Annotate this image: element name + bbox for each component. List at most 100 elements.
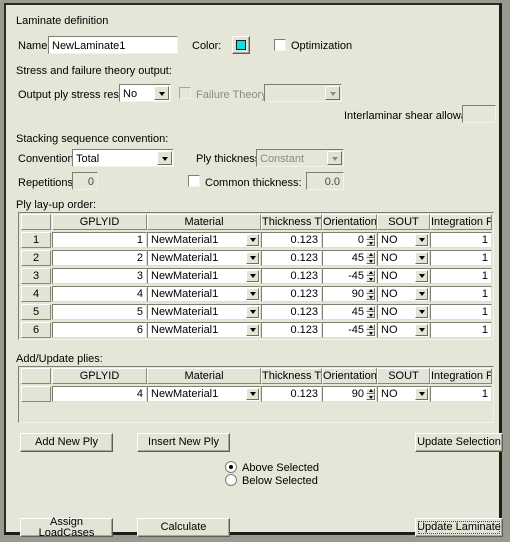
cell-gplyid[interactable]: 4 <box>52 386 147 402</box>
cell-sout[interactable]: NO <box>377 304 430 320</box>
orientation-spinner[interactable] <box>366 288 375 300</box>
cell-integration-points[interactable]: 1 <box>430 232 492 248</box>
cell-material[interactable]: NewMaterial1 <box>147 250 261 266</box>
chevron-down-icon[interactable] <box>157 151 172 165</box>
column-header[interactable]: Thickness T1 <box>261 368 322 384</box>
cell-gplyid[interactable]: 6 <box>52 322 147 338</box>
cell-material[interactable]: NewMaterial1 <box>147 386 261 402</box>
cell-sout[interactable]: NO <box>377 232 430 248</box>
cell-thickness[interactable]: 0.123 <box>261 232 322 248</box>
chevron-down-icon[interactable] <box>415 252 428 264</box>
add-new-ply-button[interactable]: Add New Ply <box>20 433 113 452</box>
cell-orientation[interactable]: -45 <box>322 322 377 338</box>
column-header[interactable]: Integration Points <box>430 368 492 384</box>
update-laminate-button[interactable]: Update Laminate <box>415 518 503 537</box>
cell-integration-points[interactable]: 1 <box>430 304 492 320</box>
chevron-down-icon[interactable] <box>415 388 428 400</box>
cell-sout[interactable]: NO <box>377 250 430 266</box>
chevron-down-icon[interactable] <box>415 324 428 336</box>
column-header[interactable]: Material <box>147 214 261 230</box>
cell-material[interactable]: NewMaterial1 <box>147 322 261 338</box>
spinner-down-icon[interactable] <box>366 294 375 300</box>
cell-orientation[interactable]: 0 <box>322 232 377 248</box>
optimization-checkbox[interactable] <box>274 39 286 51</box>
row-header[interactable]: 1 <box>21 232 51 248</box>
chevron-down-icon[interactable] <box>246 270 259 282</box>
chevron-down-icon[interactable] <box>246 324 259 336</box>
cell-thickness[interactable]: 0.123 <box>261 322 322 338</box>
update-selection-button[interactable]: Update Selection <box>415 433 503 452</box>
orientation-spinner[interactable] <box>366 324 375 336</box>
cell-sout[interactable]: NO <box>377 286 430 302</box>
column-header[interactable]: SOUT <box>377 368 430 384</box>
output-ply-stress-select[interactable]: No <box>119 84 171 102</box>
chevron-down-icon[interactable] <box>415 288 428 300</box>
column-header[interactable]: GPLYID <box>52 368 147 384</box>
cell-thickness[interactable]: 0.123 <box>261 268 322 284</box>
cell-material[interactable]: NewMaterial1 <box>147 304 261 320</box>
spinner-down-icon[interactable] <box>366 394 375 400</box>
cell-orientation[interactable]: 45 <box>322 250 377 266</box>
chevron-down-icon[interactable] <box>246 306 259 318</box>
orientation-spinner[interactable] <box>366 388 375 400</box>
cell-thickness[interactable]: 0.123 <box>261 304 322 320</box>
chevron-down-icon[interactable] <box>246 288 259 300</box>
calculate-button[interactable]: Calculate <box>137 518 230 537</box>
below-selected-radio[interactable] <box>225 474 237 486</box>
cell-integration-points[interactable]: 1 <box>430 322 492 338</box>
chevron-down-icon[interactable] <box>154 86 169 100</box>
cell-integration-points[interactable]: 1 <box>430 286 492 302</box>
cell-sout[interactable]: NO <box>377 386 430 402</box>
column-header[interactable]: Thickness T1 <box>261 214 322 230</box>
chevron-down-icon[interactable] <box>246 252 259 264</box>
row-header[interactable]: 3 <box>21 268 51 284</box>
cell-material[interactable]: NewMaterial1 <box>147 268 261 284</box>
table-corner-header[interactable] <box>21 214 51 230</box>
chevron-down-icon[interactable] <box>246 388 259 400</box>
spinner-down-icon[interactable] <box>366 312 375 318</box>
table-corner-header[interactable] <box>21 368 51 384</box>
above-selected-radio[interactable] <box>225 461 237 473</box>
cell-sout[interactable]: NO <box>377 268 430 284</box>
cell-orientation[interactable]: 90 <box>322 386 377 402</box>
laminate-name-input[interactable]: NewLaminate1 <box>48 36 178 54</box>
orientation-spinner[interactable] <box>366 252 375 264</box>
row-header[interactable]: 6 <box>21 322 51 338</box>
column-header[interactable]: Orientation° <box>322 214 377 230</box>
column-header[interactable]: Orientation° <box>322 368 377 384</box>
cell-material[interactable]: NewMaterial1 <box>147 232 261 248</box>
convention-select[interactable]: Total <box>72 149 174 167</box>
row-header[interactable] <box>21 386 51 402</box>
cell-orientation[interactable]: 45 <box>322 304 377 320</box>
cell-gplyid[interactable]: 3 <box>52 268 147 284</box>
add-update-table[interactable]: GPLYID Material Thickness T1 Orientation° SO… <box>18 366 494 423</box>
cell-integration-points[interactable]: 1 <box>430 268 492 284</box>
insert-new-ply-button[interactable]: Insert New Ply <box>137 433 230 452</box>
cell-integration-points[interactable]: 1 <box>430 250 492 266</box>
cell-orientation[interactable]: 90 <box>322 286 377 302</box>
spinner-down-icon[interactable] <box>366 240 375 246</box>
chevron-down-icon[interactable] <box>415 306 428 318</box>
cell-integration-points[interactable]: 1 <box>430 386 492 402</box>
cell-gplyid[interactable]: 1 <box>52 232 147 248</box>
spinner-down-icon[interactable] <box>366 258 375 264</box>
cell-thickness[interactable]: 0.123 <box>261 286 322 302</box>
cell-gplyid[interactable]: 2 <box>52 250 147 266</box>
chevron-down-icon[interactable] <box>415 270 428 282</box>
row-header[interactable]: 5 <box>21 304 51 320</box>
cell-sout[interactable]: NO <box>377 322 430 338</box>
column-header[interactable]: GPLYID <box>52 214 147 230</box>
row-header[interactable]: 4 <box>21 286 51 302</box>
orientation-spinner[interactable] <box>366 306 375 318</box>
spinner-down-icon[interactable] <box>366 330 375 336</box>
spinner-down-icon[interactable] <box>366 276 375 282</box>
cell-orientation[interactable]: -45 <box>322 268 377 284</box>
cell-thickness[interactable]: 0.123 <box>261 250 322 266</box>
chevron-down-icon[interactable] <box>246 234 259 246</box>
cell-gplyid[interactable]: 5 <box>52 304 147 320</box>
column-header[interactable]: SOUT <box>377 214 430 230</box>
row-header[interactable]: 2 <box>21 250 51 266</box>
assign-loadcases-button[interactable]: Assign LoadCases <box>20 516 113 538</box>
orientation-spinner[interactable] <box>366 270 375 282</box>
ply-layup-table[interactable]: GPLYID Material Thickness T1 Orientation° SO… <box>18 212 494 340</box>
